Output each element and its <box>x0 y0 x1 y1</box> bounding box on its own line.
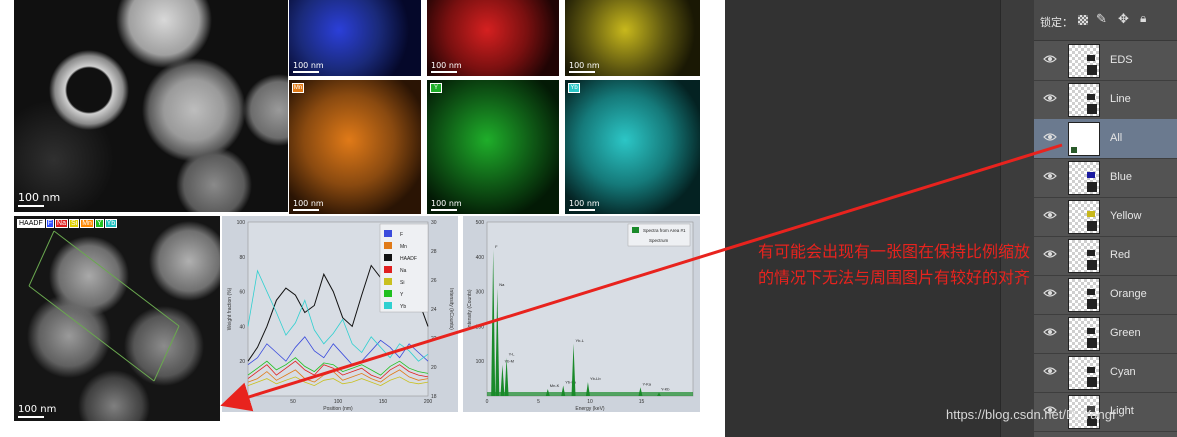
watermark: https://blog.csdn.net/D_Yangf <box>946 407 1116 422</box>
annotation-arrow <box>220 143 1063 412</box>
annotation-text: 有可能会出现有一张图在保持比例缩放的情况下无法与周围图片有较好的对齐 <box>758 244 1031 287</box>
